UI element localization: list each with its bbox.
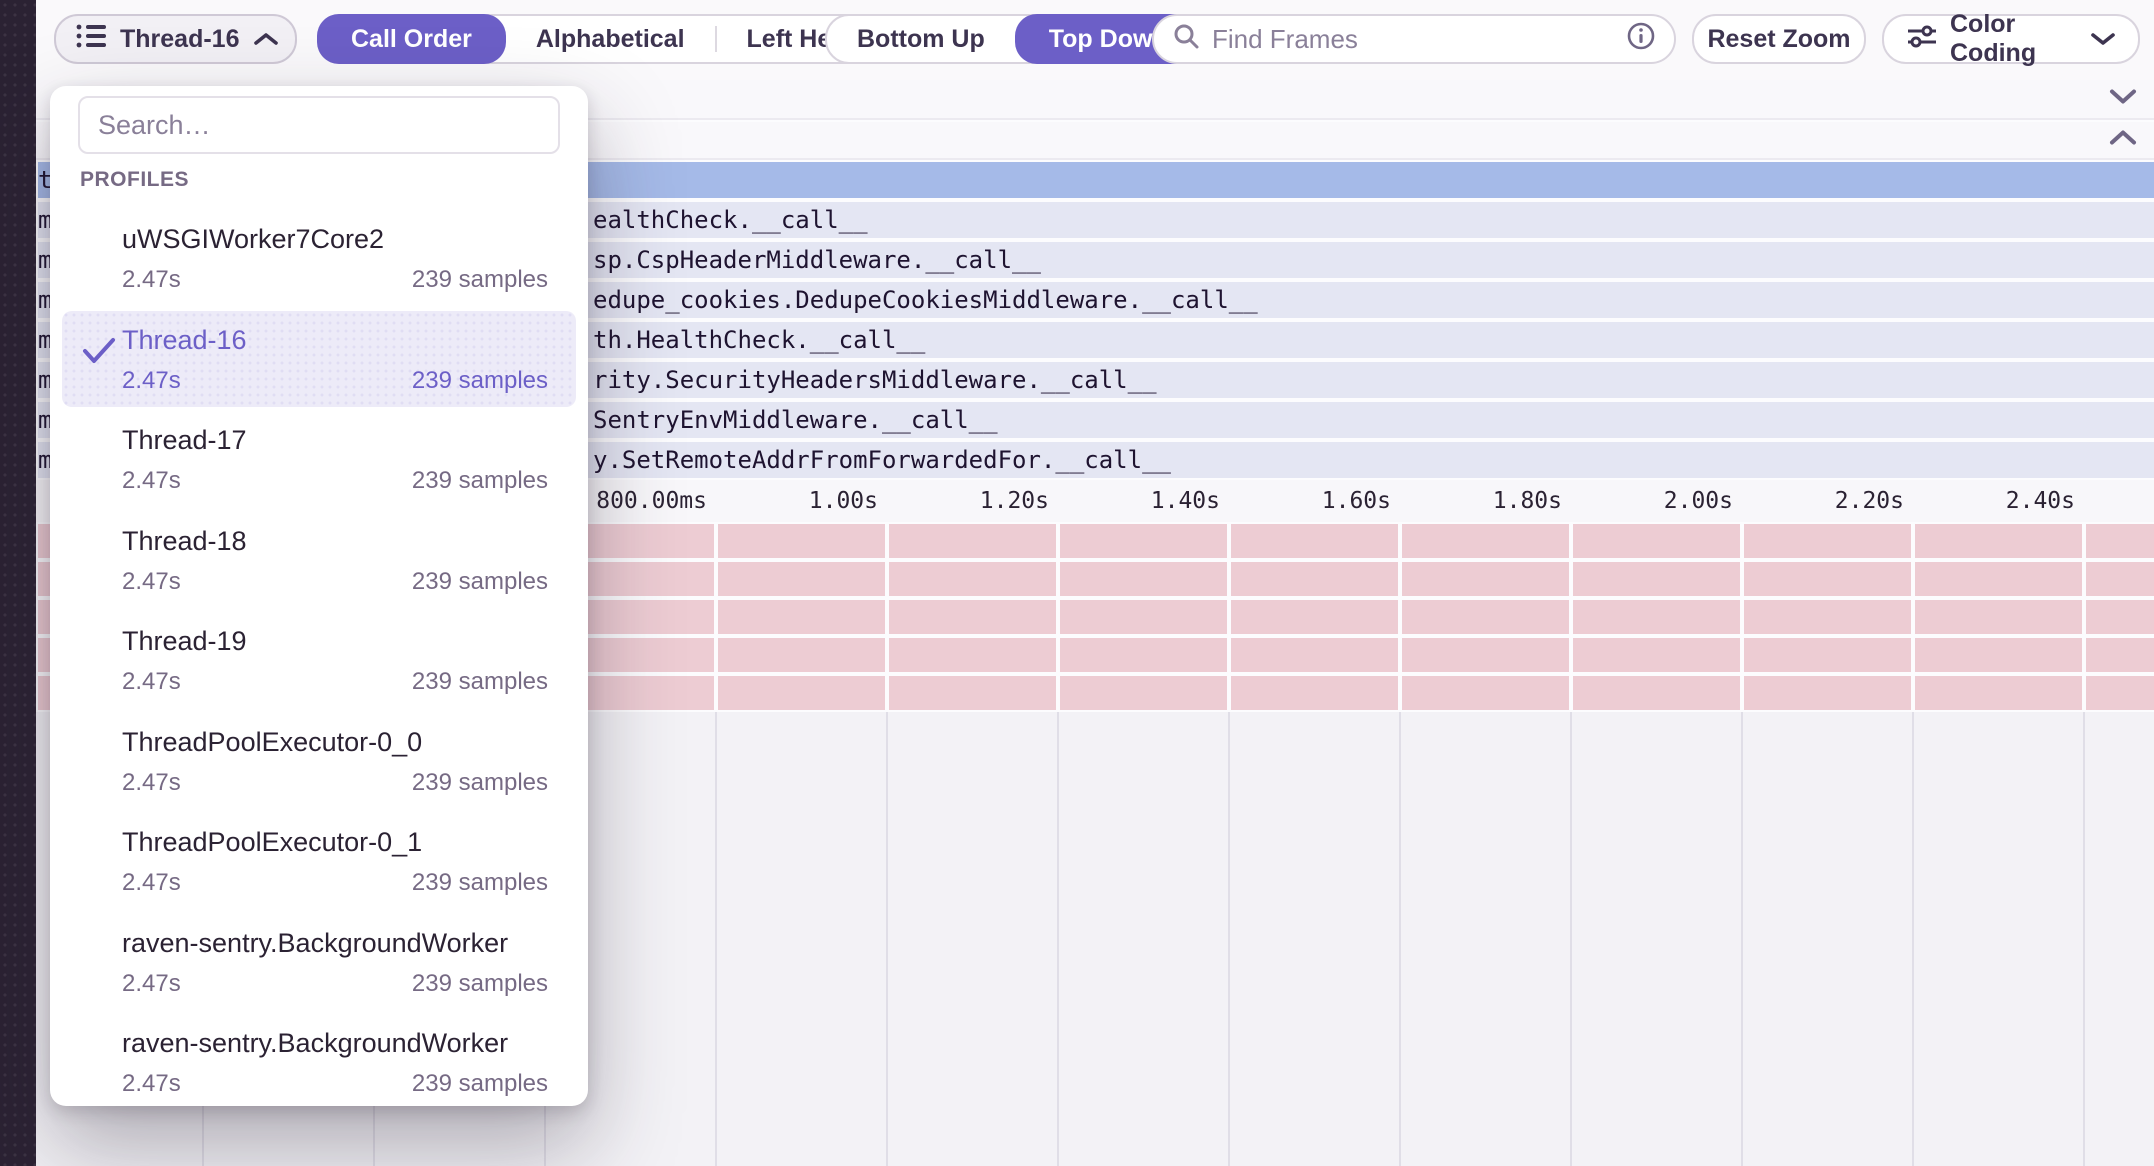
axis-tick-label: 2.20s [1835,488,1904,514]
gridline [1912,712,1914,1166]
thread-selector-label: Thread-16 [120,25,239,54]
gridline [886,712,888,1166]
profile-duration: 2.47s [122,869,181,897]
profile-name: raven-sentry.BackgroundWorker [122,1028,508,1059]
tab-bottom-up[interactable]: Bottom Up [827,16,1015,62]
gridline [2083,712,2085,1166]
flame-row-label: ealthCheck.__call__ [593,202,868,238]
find-frames-box [1152,14,1676,64]
axis-tick-label: 1.80s [1493,488,1562,514]
profiles-search-input[interactable] [78,96,560,154]
profile-duration: 2.47s [122,1070,181,1098]
profile-name: ThreadPoolExecutor-0_1 [122,827,422,858]
profiles-section-label: PROFILES [80,168,189,192]
thread-selector-button[interactable]: Thread-16 [54,14,297,64]
gridline [715,712,717,1166]
tab-alphabetical[interactable]: Alphabetical [506,16,715,62]
profile-duration: 2.47s [122,668,181,696]
left-sidebar [0,0,36,1166]
profiles-dropdown: PROFILES uWSGIWorker7Core2 2.47s 239 sampl… [50,86,588,1106]
profile-item[interactable]: Thread-18 2.47s 239 samples [62,512,576,608]
direction-segmented-control: Bottom Up Top Down [825,14,1204,64]
grid-gap [885,524,889,712]
profile-name: Thread-17 [122,425,247,456]
grid-gap [1227,524,1231,712]
axis-tick-label: 1.40s [1151,488,1220,514]
profile-duration: 2.47s [122,769,181,797]
grid-gap [2082,524,2086,712]
flame-row-label: sp.CspHeaderMiddleware.__call__ [593,242,1041,278]
axis-tick-label: 2.00s [1664,488,1733,514]
profile-name: raven-sentry.BackgroundWorker [122,928,508,959]
profile-item[interactable]: raven-sentry.BackgroundWorker 2.47s 239 sa… [62,914,576,1010]
color-coding-label: Color Coding [1950,10,2078,68]
profile-samples: 239 samples [412,769,548,797]
gridline [1570,712,1572,1166]
axis-tick-label: 1.60s [1322,488,1391,514]
profile-item[interactable]: Thread-17 2.47s 239 samples [62,411,576,507]
profile-duration: 2.47s [122,568,181,596]
profile-item[interactable]: raven-sentry.BackgroundWorker 2.47s 239 sa… [62,1014,576,1106]
profile-name: Thread-19 [122,626,247,657]
profile-samples: 239 samples [412,869,548,897]
grid-gap [1740,524,1744,712]
gridline [1228,712,1230,1166]
axis-tick-label: 2.40s [2006,488,2075,514]
gridline [1057,712,1059,1166]
profile-samples: 239 samples [412,266,548,294]
profile-samples: 239 samples [412,367,548,395]
flame-row-label: th.HealthCheck.__call__ [593,322,925,358]
chevron-up-icon [253,25,279,54]
reset-zoom-button[interactable]: Reset Zoom [1692,14,1866,64]
profile-samples: 239 samples [412,1070,548,1098]
sort-segmented-control: Call Order Alphabetical Left Heavy [317,14,905,64]
color-coding-button[interactable]: Color Coding [1882,14,2140,64]
info-icon[interactable] [1626,21,1656,58]
chevron-down-icon [2090,25,2116,54]
gridline [1399,712,1401,1166]
grid-gap [1056,524,1060,712]
checkmark-icon [82,337,116,370]
sliders-icon [1906,23,1938,56]
list-icon [76,23,106,56]
profile-duration: 2.47s [122,467,181,495]
tab-call-order[interactable]: Call Order [317,14,506,64]
profile-name: Thread-18 [122,526,247,557]
profile-item[interactable]: ThreadPoolExecutor-0_0 2.47s 239 samples [62,713,576,809]
axis-tick-label: 1.20s [980,488,1049,514]
profiler-app: tmealthCheck.__call__msp.CspHeaderMiddle… [0,0,2154,1166]
profile-item[interactable]: uWSGIWorker7Core2 2.47s 239 samples [62,210,576,306]
axis-tick-label: 1.00s [809,488,878,514]
profile-name: Thread-16 [122,325,247,356]
search-icon [1172,22,1200,57]
profile-item[interactable]: Thread-19 2.47s 239 samples [62,612,576,708]
chevron-down-icon[interactable] [2108,88,2138,111]
profile-samples: 239 samples [412,568,548,596]
profile-name: uWSGIWorker7Core2 [122,224,384,255]
flame-row-label: y.SetRemoteAddrFromForwardedFor.__call__ [593,442,1171,478]
profile-duration: 2.47s [122,970,181,998]
gridline [1741,712,1743,1166]
chevron-up-icon[interactable] [2108,129,2138,152]
profile-samples: 239 samples [412,970,548,998]
profile-duration: 2.47s [122,367,181,395]
axis-tick-label: 800.00ms [596,488,707,514]
grid-gap [714,524,718,712]
grid-gap [1569,524,1573,712]
flame-row-label: SentryEnvMiddleware.__call__ [593,402,998,438]
grid-gap [1398,524,1402,712]
profile-samples: 239 samples [412,668,548,696]
flame-row-label: rity.SecurityHeadersMiddleware.__call__ [593,362,1157,398]
profile-item[interactable]: ThreadPoolExecutor-0_1 2.47s 239 samples [62,813,576,909]
profile-name: ThreadPoolExecutor-0_0 [122,727,422,758]
flame-row-label: edupe_cookies.DedupeCookiesMiddleware.__… [593,282,1258,318]
profile-duration: 2.47s [122,266,181,294]
toolbar: Thread-16 Call Order Alphabetical Left H… [36,0,2154,80]
find-frames-input[interactable] [1210,23,1616,56]
profile-item[interactable]: Thread-16 2.47s 239 samples [62,311,576,407]
profile-samples: 239 samples [412,467,548,495]
grid-gap [1911,524,1915,712]
